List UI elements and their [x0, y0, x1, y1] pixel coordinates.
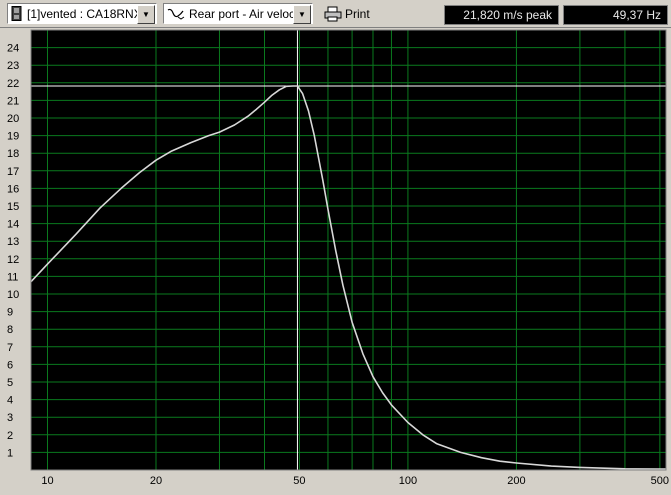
plot-background: [31, 30, 666, 470]
device-combo[interactable]: [1]vented : CA18RNX ▼: [7, 3, 157, 24]
y-tick-label: 21: [7, 95, 19, 107]
y-tick-label: 6: [7, 359, 13, 371]
waveform-icon: [167, 8, 185, 20]
y-tick-label: 22: [7, 78, 19, 90]
y-tick-label: 7: [7, 342, 13, 354]
y-tick-label: 11: [7, 271, 18, 283]
curve-combo-value: Rear port - Air velocity: [189, 6, 308, 21]
y-tick-label: 4: [7, 395, 13, 407]
y-tick-label: 12: [7, 254, 19, 266]
x-tick-label: 20: [150, 475, 162, 487]
y-tick-label: 24: [7, 43, 19, 55]
peak-readout: 21,820 m/s peak: [444, 5, 559, 25]
print-button[interactable]: Print: [322, 3, 382, 24]
y-tick-label: 23: [7, 60, 19, 72]
y-tick-label: 2: [7, 430, 13, 442]
y-tick-label: 20: [7, 113, 19, 125]
x-tick-label: 50: [293, 475, 305, 487]
y-tick-label: 5: [7, 377, 13, 389]
x-tick-label: 10: [41, 475, 53, 487]
y-tick-label: 17: [7, 166, 19, 178]
x-tick-label: 500: [651, 475, 669, 487]
x-tick-label: 100: [399, 475, 417, 487]
y-tick-label: 1: [7, 447, 13, 459]
curve-combo[interactable]: Rear port - Air velocity ▼: [163, 3, 313, 24]
print-label: Print: [345, 6, 370, 21]
frequency-readout: 49,37 Hz: [563, 5, 668, 25]
y-tick-label: 13: [7, 236, 19, 248]
printer-icon: [324, 6, 342, 21]
y-tick-label: 18: [7, 148, 19, 160]
y-tick-label: 14: [7, 219, 19, 231]
y-tick-label: 15: [7, 201, 19, 213]
plot-panel: 1 2 3 4 5 6 7 8 9 10 11 12 13 14 15 16 17 18 19 20 21 22 23 24 1…: [0, 28, 671, 490]
speaker-cabinet-icon: [11, 6, 22, 21]
chevron-down-icon: ▼: [298, 10, 306, 19]
air-velocity-chart[interactable]: 1234567891011121314151617181920212223241…: [0, 28, 671, 490]
y-tick-label: 10: [7, 289, 19, 301]
device-dropdown-button[interactable]: ▼: [137, 5, 155, 24]
y-tick-label: 19: [7, 131, 19, 143]
x-tick-label: 200: [507, 475, 525, 487]
y-tick-label: 3: [7, 412, 13, 424]
y-tick-label: 16: [7, 183, 19, 195]
chevron-down-icon: ▼: [142, 10, 150, 19]
curve-dropdown-button[interactable]: ▼: [293, 5, 311, 24]
device-combo-value: [1]vented : CA18RNX: [27, 6, 142, 21]
y-tick-label: 8: [7, 324, 13, 336]
toolbar: [1]vented : CA18RNX ▼ Rear port - Air ve…: [0, 0, 671, 28]
y-tick-label: 9: [7, 307, 13, 319]
